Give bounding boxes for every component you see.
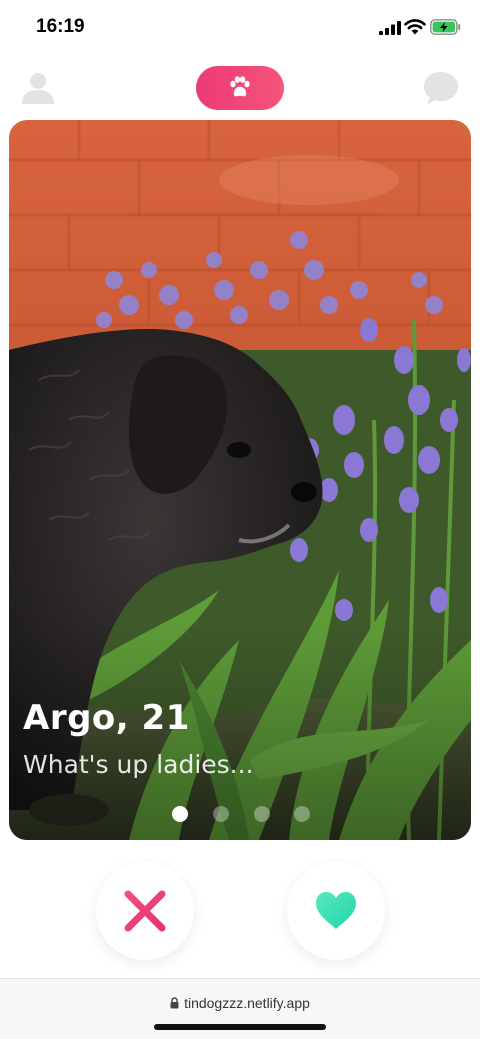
app-header — [0, 60, 480, 116]
url-text: tindogzzz.netlify.app — [184, 995, 310, 1011]
heart-icon — [316, 892, 356, 929]
status-time: 16:19 — [36, 16, 85, 37]
profile-icon[interactable] — [20, 70, 56, 106]
wifi-icon — [404, 19, 426, 35]
photo-dot-3[interactable] — [254, 806, 270, 822]
profile-card[interactable]: Argo, 21 What's up ladies... — [9, 120, 471, 840]
photo-dot-1[interactable] — [172, 806, 188, 822]
profile-bio: What's up ladies... — [23, 750, 254, 779]
browser-url-bar[interactable]: tindogzzz.netlify.app — [0, 978, 480, 1039]
signal-icon — [379, 21, 401, 35]
photo-pagination — [169, 804, 319, 824]
lock-icon — [170, 997, 179, 1009]
close-x-icon — [124, 890, 166, 932]
profile-name: Argo, 21 — [23, 698, 190, 738]
status-bar: 16:19 — [0, 0, 480, 56]
chat-icon[interactable] — [422, 70, 460, 106]
paw-icon — [230, 76, 250, 97]
home-indicator[interactable] — [154, 1024, 326, 1030]
logo-button[interactable] — [196, 66, 284, 110]
url-display[interactable]: tindogzzz.netlify.app — [0, 995, 480, 1011]
battery-charging-icon — [430, 19, 461, 35]
photo-dot-2[interactable] — [213, 806, 229, 822]
photo-dot-4[interactable] — [294, 806, 310, 822]
nope-button[interactable] — [96, 862, 194, 960]
like-button[interactable] — [287, 862, 385, 960]
